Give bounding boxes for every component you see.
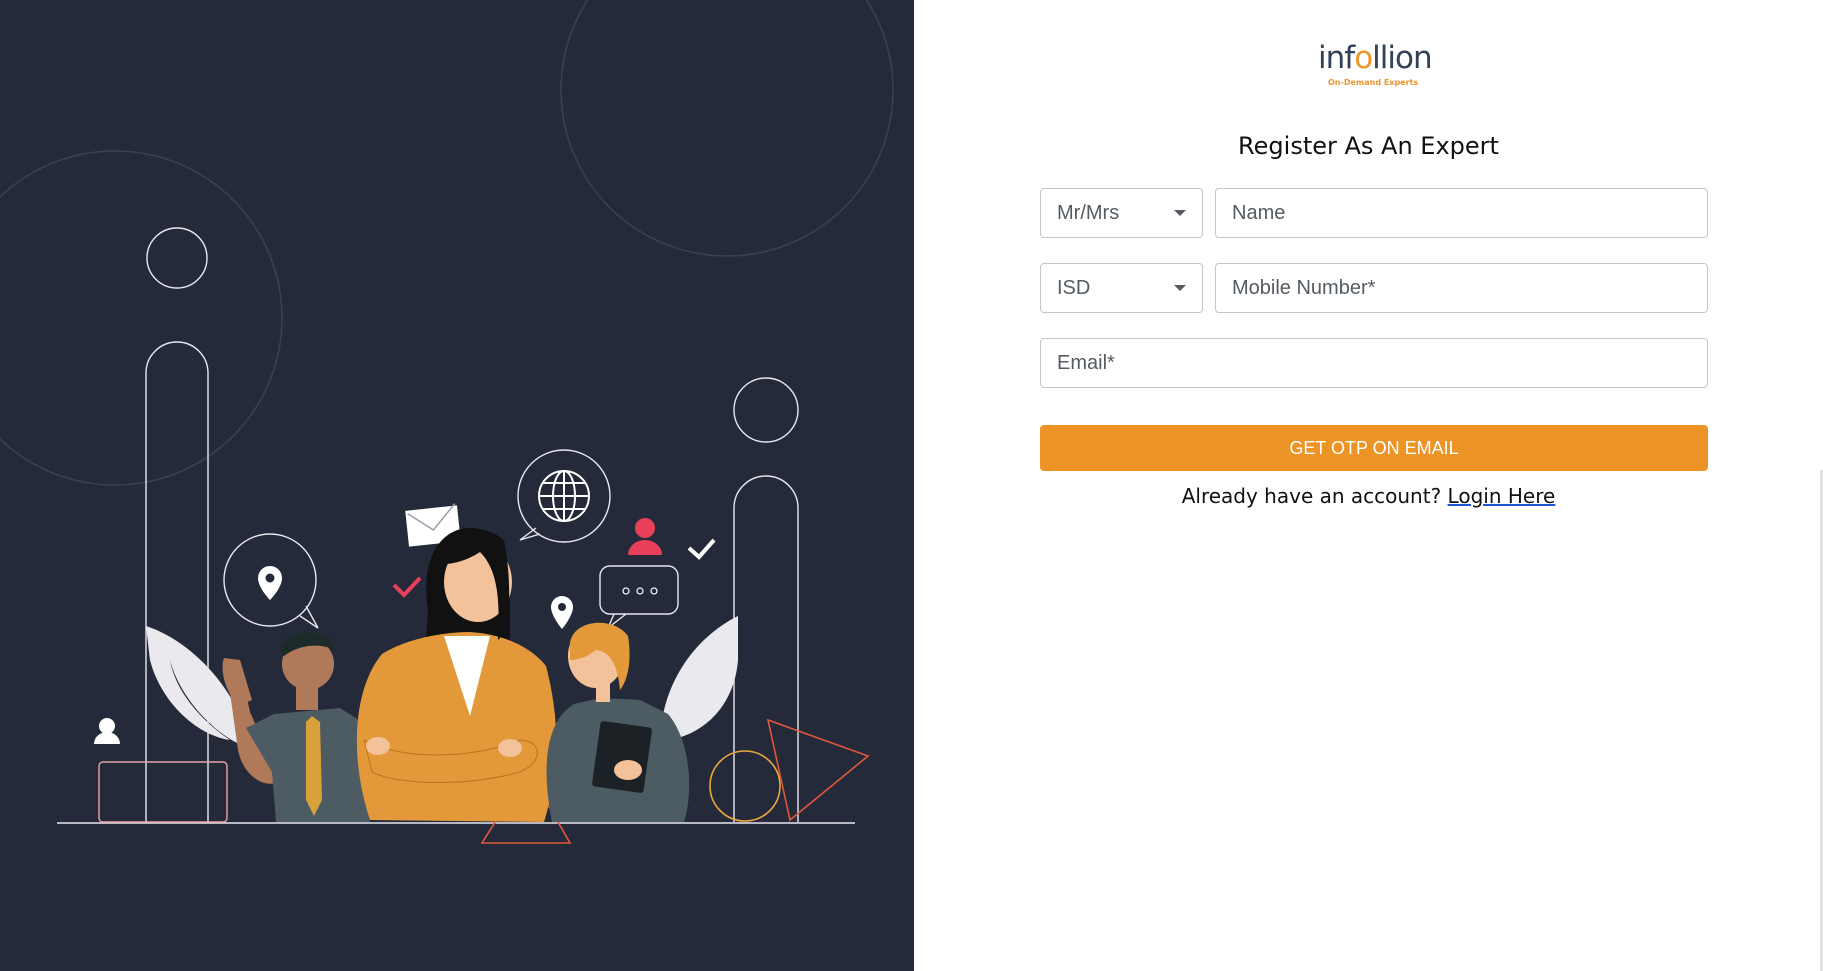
caret-down-icon — [1174, 210, 1186, 216]
login-prompt: Already have an account? Login Here — [914, 484, 1823, 508]
chat-bubble-icon — [599, 565, 679, 629]
red-check-icon — [392, 576, 422, 598]
email-field[interactable] — [1040, 338, 1708, 388]
infollion-logo[interactable]: infollion On-Demand Experts — [1318, 40, 1433, 92]
background-rings — [0, 0, 894, 486]
logo-word-end: llion — [1372, 40, 1432, 76]
login-prompt-text: Already have an account? — [1181, 484, 1442, 508]
logo-word-o: o — [1354, 40, 1373, 76]
white-check-icon — [687, 538, 716, 560]
woman-with-tablet — [546, 622, 690, 822]
get-otp-button[interactable]: GET OTP ON EMAIL — [1040, 425, 1708, 471]
location-pin-icon — [258, 566, 282, 600]
isd-value: ISD — [1057, 276, 1091, 299]
login-here-link[interactable]: Login Here — [1448, 484, 1556, 508]
yellow-ring — [709, 750, 781, 822]
isd-select[interactable]: ISD — [1040, 263, 1203, 313]
salutation-value: Mr/Mrs — [1057, 201, 1120, 224]
mobile-field[interactable] — [1215, 263, 1708, 313]
logo-tagline: On-Demand Experts — [1328, 78, 1419, 87]
orange-triangle-right — [766, 718, 870, 822]
illustration-panel — [0, 0, 914, 971]
small-pin-icon — [551, 596, 573, 629]
team-experts-illustration — [0, 0, 894, 844]
form-title: Register As An Expert — [1238, 132, 1499, 160]
email-input[interactable] — [1041, 339, 1707, 387]
salutation-select[interactable]: Mr/Mrs — [1040, 188, 1203, 238]
registration-panel: infollion On-Demand Experts Register As … — [914, 0, 1823, 971]
white-user-icon — [94, 718, 120, 744]
globe-icon — [538, 470, 590, 522]
mobile-input[interactable] — [1216, 264, 1707, 312]
name-input[interactable] — [1216, 189, 1707, 237]
red-user-icon — [628, 518, 662, 555]
logo-word-start: inf — [1318, 40, 1355, 76]
caret-down-icon — [1174, 285, 1186, 291]
woman-arms-crossed — [356, 528, 557, 822]
man-waving — [222, 632, 370, 822]
name-field[interactable] — [1215, 188, 1708, 238]
